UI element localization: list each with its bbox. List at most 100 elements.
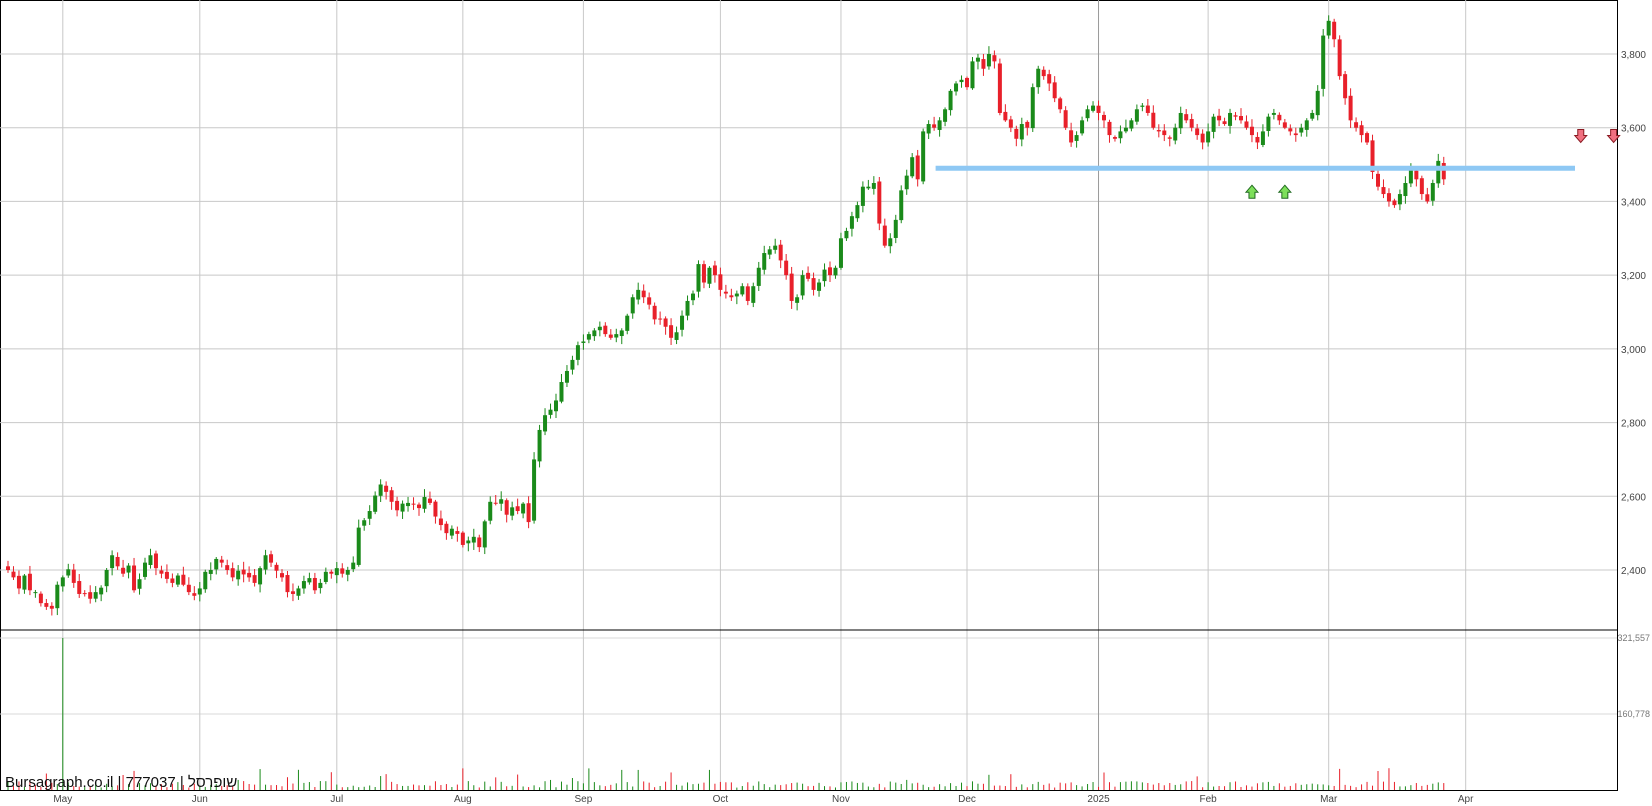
candle-body: [77, 581, 82, 594]
y-tick-label: 2,400: [1621, 566, 1646, 577]
x-tick-label: 2025: [1087, 794, 1110, 805]
candle-body: [515, 506, 520, 512]
candle-body: [395, 500, 400, 511]
candle-body: [60, 577, 65, 587]
candle-body: [882, 225, 887, 246]
candle-body: [1414, 170, 1419, 180]
candle-body: [389, 490, 394, 502]
candle-body: [619, 330, 624, 337]
candle-body: [871, 183, 876, 189]
candle-body: [1386, 193, 1391, 202]
candle-body: [427, 498, 432, 503]
candle-body: [1151, 112, 1156, 128]
candle-body: [981, 59, 986, 69]
candle-body: [828, 267, 832, 276]
candle-body: [307, 578, 312, 583]
candle-body: [932, 124, 937, 128]
candle-body: [296, 588, 301, 596]
candle: [1321, 29, 1326, 97]
candle-body: [937, 120, 942, 130]
candle-body: [701, 264, 706, 283]
candle: [532, 452, 537, 524]
x-tick-label: Sep: [575, 794, 593, 805]
candle-body: [745, 286, 750, 301]
candle-body: [1381, 187, 1386, 195]
candle-body: [575, 345, 580, 360]
candle-body: [1211, 116, 1216, 132]
candle-body: [521, 503, 526, 514]
candle-body: [482, 521, 487, 548]
candle-body: [1195, 128, 1200, 136]
candle-body: [1058, 98, 1063, 110]
y-tick-label: 3,400: [1621, 197, 1646, 208]
candle-body: [373, 495, 378, 512]
candle-body: [329, 571, 334, 574]
candle-body: [532, 459, 537, 521]
candle-body: [1260, 131, 1265, 146]
candle-body: [1425, 194, 1430, 202]
candle-body: [921, 131, 926, 182]
candle-body: [756, 267, 761, 286]
x-tick-label: May: [53, 794, 72, 805]
candle-body: [362, 520, 367, 526]
x-tick-label: Jul: [330, 794, 343, 805]
candle-body: [712, 265, 717, 276]
candle-body: [208, 570, 213, 574]
candle-body: [230, 568, 235, 578]
candle-body: [1217, 115, 1222, 121]
candle-body: [236, 570, 241, 580]
candle-body: [641, 290, 646, 298]
candle-body: [1041, 69, 1046, 77]
candle-body: [1376, 173, 1380, 187]
volume-tick-label: 321,557: [1617, 633, 1650, 643]
candle-body: [1392, 200, 1397, 206]
candle-body: [499, 499, 504, 504]
y-tick-label: 3,200: [1621, 271, 1646, 282]
candle-body: [345, 570, 350, 575]
candle-body: [1277, 114, 1282, 121]
candle-body: [1189, 119, 1194, 128]
candle-body: [285, 575, 290, 593]
candle-body: [1359, 125, 1364, 136]
candle-body: [548, 409, 553, 415]
x-tick-label: Jun: [192, 794, 208, 805]
candle-body: [586, 334, 591, 340]
candle-body: [943, 109, 948, 122]
candle-body: [1321, 35, 1326, 89]
y-axis: 3,800 3,600 3,400 3,200 3,000 2,800 2,600 2,400…: [1617, 50, 1650, 719]
candle-body: [1107, 121, 1112, 136]
candle-body: [104, 570, 109, 587]
candle-body: [1365, 133, 1370, 143]
candle-body: [126, 565, 131, 573]
candle-body: [1430, 183, 1435, 201]
candle-body: [1014, 128, 1019, 139]
candle-body: [318, 582, 323, 589]
candle-body: [680, 315, 685, 330]
candle-body: [16, 575, 21, 589]
candle-body: [1244, 121, 1249, 128]
candle: [1337, 35, 1342, 80]
candle-body: [290, 591, 295, 594]
candle-body: [6, 566, 10, 570]
candle-body: [438, 518, 443, 526]
candle-body: [340, 568, 345, 574]
candle-body: [1085, 109, 1090, 119]
candle-body: [866, 186, 871, 189]
candle-body: [1206, 131, 1211, 143]
candle-body: [280, 573, 284, 578]
candle-body: [1102, 114, 1106, 121]
candle-body: [992, 55, 997, 62]
candle-body: [608, 334, 613, 338]
candle-body: [888, 238, 893, 247]
candle-body: [153, 553, 158, 569]
candle: [838, 232, 843, 270]
candle-body: [301, 581, 306, 589]
candle-body: [636, 289, 641, 300]
candle-body: [252, 575, 257, 583]
candle-body: [422, 497, 427, 509]
candle-body: [66, 569, 71, 576]
candle-body: [817, 282, 822, 291]
candle-body: [860, 186, 865, 206]
candle: [1030, 83, 1035, 132]
candle-body: [170, 578, 175, 583]
